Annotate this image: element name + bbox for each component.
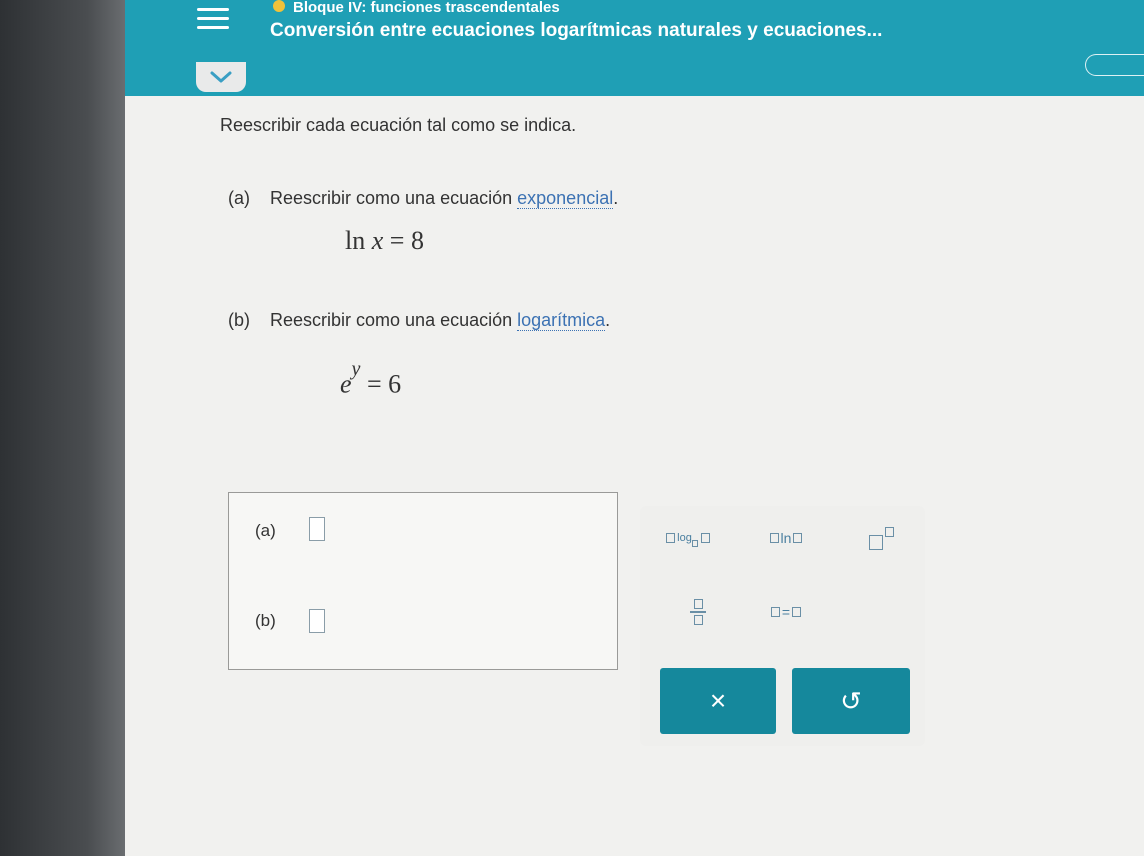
logarithmic-link[interactable]: logarítmica: [517, 310, 606, 331]
topic-dot-icon: [273, 0, 285, 12]
left-dark-edge: [0, 0, 125, 856]
answer-a-input[interactable]: [309, 517, 325, 541]
collapse-button[interactable]: [196, 62, 246, 92]
equation-a-eq: =: [389, 226, 405, 255]
close-icon: ×: [709, 685, 727, 716]
equation-b-value: 6: [388, 369, 402, 399]
answer-a-label: (a): [255, 521, 276, 540]
part-b-prompt: (b) Reescribir como una ecuación logarít…: [228, 310, 610, 331]
log-key-text: log: [677, 532, 692, 544]
equals-key-text: =: [781, 604, 791, 620]
part-a-period: .: [613, 188, 619, 208]
page-title: Conversión entre ecuaciones logarítmicas…: [270, 20, 883, 41]
ln-key[interactable]: ln: [746, 516, 826, 560]
answer-b-input[interactable]: [309, 609, 325, 633]
undo-icon: ↺: [840, 685, 862, 716]
header-bar: Bloque IV: funciones trascendentales Con…: [125, 0, 1144, 96]
exponential-link[interactable]: exponencial: [517, 188, 614, 209]
topic-subtitle: Bloque IV: funciones trascendentales: [293, 0, 560, 16]
equation-a-func: ln: [345, 226, 366, 255]
part-a-label: (a): [228, 188, 250, 208]
exponent-key[interactable]: [846, 516, 916, 560]
undo-button[interactable]: ↺: [792, 668, 910, 734]
equation-a: ln x = 8: [345, 226, 424, 256]
fraction-key[interactable]: [648, 590, 748, 634]
progress-pill: [1085, 54, 1144, 76]
equation-b-base: e: [340, 369, 352, 399]
equation-a-value: 8: [410, 226, 424, 255]
part-b-label: (b): [228, 310, 250, 330]
equation-a-var: x: [371, 226, 384, 255]
part-b-period: .: [605, 310, 611, 330]
math-keypad: log ln = × ↺: [640, 506, 925, 746]
chevron-down-icon: [210, 71, 232, 83]
equals-key[interactable]: =: [746, 590, 826, 634]
equation-b: ey = 6: [340, 358, 402, 400]
instruction-text: Reescribir cada ecuación tal como se ind…: [220, 115, 577, 135]
ln-key-text: ln: [780, 530, 792, 546]
answer-b-label: (b): [255, 611, 276, 630]
part-a-prompt: (a) Reescribir como una ecuación exponen…: [228, 188, 618, 209]
part-b-text: Reescribir como una ecuación: [270, 310, 518, 330]
answer-panel: (a) (b): [228, 492, 618, 670]
log-base-key[interactable]: log: [648, 516, 728, 560]
equation-b-eq: =: [366, 369, 382, 399]
menu-icon[interactable]: [197, 8, 229, 34]
equation-b-exponent: y: [351, 358, 361, 380]
clear-button[interactable]: ×: [660, 668, 776, 734]
part-a-text: Reescribir como una ecuación: [270, 188, 518, 208]
